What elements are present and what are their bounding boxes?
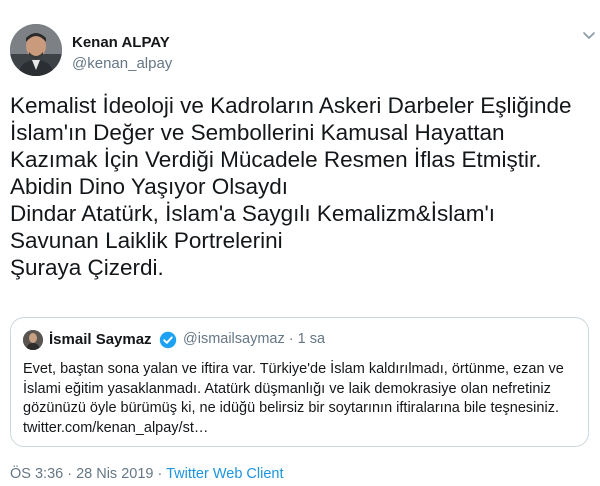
quoted-tweet[interactable]: İsmail Saymaz @ismailsaymaz · 1 sa Evet,… (10, 317, 589, 447)
tweet-text-line: Savunan Laiklik Portrelerini (10, 228, 283, 253)
quoted-author-avatar (23, 330, 43, 350)
tweet-text: Kemalist İdeoloji ve Kadroların Askeri D… (10, 92, 590, 281)
tweet-text-line: Şuraya Çizerdi. (10, 255, 164, 280)
quoted-tweet-text: Evet, baştan sona yalan ve iftira var. T… (23, 360, 583, 438)
author-name[interactable]: Kenan ALPAY (72, 34, 170, 51)
quoted-text-line: İslami eğitim yasaklanmadı. Atatürk düşm… (23, 380, 551, 397)
author-handle[interactable]: @kenan_alpay (72, 55, 172, 72)
tweet-timestamp[interactable]: ÖS 3:36 · 28 Nis 2019 · (10, 466, 166, 482)
quoted-text-line: gözünüzü öyle bürümüş ki, ne idüğü belir… (23, 400, 559, 416)
chevron-down-icon[interactable] (582, 28, 596, 42)
quoted-text-link[interactable]: twitter.com/kenan_alpay/st… (23, 419, 583, 439)
tweet-text-line: Kemalist İdeoloji ve Kadroların Askeri D… (10, 93, 572, 118)
verified-badge-icon (159, 331, 177, 349)
quoted-text-line: Evet, baştan sona yalan ve iftira var. T… (23, 361, 564, 377)
quoted-author-name: İsmail Saymaz (49, 331, 152, 348)
tweet-footer: ÖS 3:36 · 28 Nis 2019 · Twitter Web Clie… (10, 466, 284, 482)
tweet-text-line: Abidin Dino Yaşıyor Olsaydı (10, 174, 289, 199)
tweet-text-line: İslam'ın Değer ve Sembollerini Kamusal H… (10, 120, 505, 145)
tweet-header: Kenan ALPAY @kenan_alpay (10, 24, 595, 80)
author-avatar[interactable] (10, 24, 62, 76)
tweet-text-line: Dindar Atatürk, İslam'a Saygılı Kemalizm… (10, 201, 496, 226)
tweet-text-line: Kazımak İçin Verdiği Mücadele Resmen İfl… (10, 147, 542, 172)
quoted-author-meta: @ismailsaymaz · 1 sa (183, 331, 326, 347)
tweet-client-link[interactable]: Twitter Web Client (166, 466, 283, 482)
tweet-card: Kenan ALPAY @kenan_alpay Kemalist İdeolo… (0, 0, 600, 486)
